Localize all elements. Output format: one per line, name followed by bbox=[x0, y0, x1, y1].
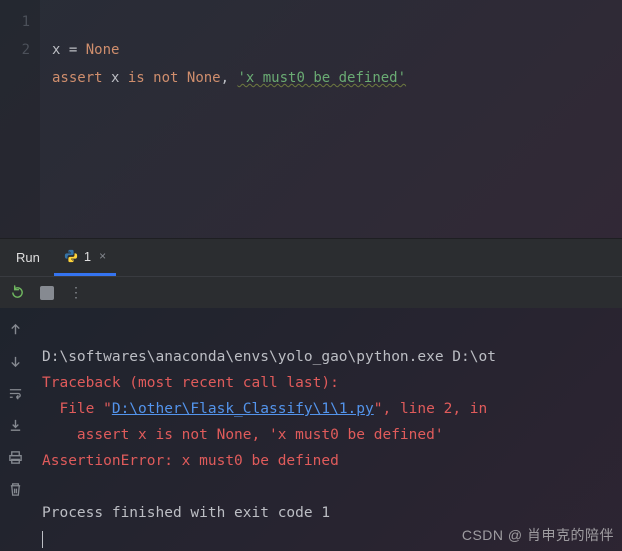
console-line: D:\softwares\anaconda\envs\yolo_gao\pyth… bbox=[42, 349, 496, 365]
python-icon bbox=[64, 249, 78, 263]
run-toolbar: ⋮ bbox=[0, 276, 622, 308]
code-line-1: x = None bbox=[52, 42, 119, 58]
tab-label: 1 bbox=[84, 249, 91, 264]
line-number: 1 bbox=[0, 8, 30, 36]
code-editor[interactable]: 1 2 x = None assert x is not None, 'x mu… bbox=[0, 0, 622, 238]
file-link[interactable]: D:\other\Flask_Classify\1\1.py bbox=[112, 401, 374, 417]
console-line: File "D:\other\Flask_Classify\1\1.py", l… bbox=[42, 401, 496, 417]
watermark: CSDN @ 肖申克的陪伴 bbox=[462, 525, 614, 545]
delete-button[interactable] bbox=[4, 478, 26, 500]
stop-icon bbox=[40, 286, 54, 300]
line-gutter: 1 2 bbox=[0, 0, 40, 238]
soft-wrap-button[interactable] bbox=[4, 382, 26, 404]
print-button[interactable] bbox=[4, 446, 26, 468]
run-tool-header: Run 1 × bbox=[0, 238, 622, 276]
line-number: 2 bbox=[0, 36, 30, 64]
down-button[interactable] bbox=[4, 350, 26, 372]
console-line: Process finished with exit code 1 bbox=[42, 505, 330, 521]
code-line-2: assert x is not None, 'x must0 be define… bbox=[52, 70, 406, 86]
run-label: Run bbox=[8, 250, 48, 265]
run-tab[interactable]: 1 × bbox=[54, 239, 116, 276]
stop-button[interactable] bbox=[36, 282, 58, 304]
console-line: assert x is not None, 'x must0 be define… bbox=[42, 427, 444, 443]
caret bbox=[42, 531, 43, 548]
up-button[interactable] bbox=[4, 318, 26, 340]
more-icon: ⋮ bbox=[69, 285, 85, 301]
code-area[interactable]: x = None assert x is not None, 'x must0 … bbox=[40, 0, 622, 238]
scroll-to-end-button[interactable] bbox=[4, 414, 26, 436]
console-line: AssertionError: x must0 be defined bbox=[42, 453, 339, 469]
console-line: Traceback (most recent call last): bbox=[42, 375, 339, 391]
close-icon[interactable]: × bbox=[99, 249, 106, 263]
rerun-button[interactable] bbox=[6, 282, 28, 304]
console-panel: D:\softwares\anaconda\envs\yolo_gao\pyth… bbox=[0, 308, 622, 551]
console-output[interactable]: D:\softwares\anaconda\envs\yolo_gao\pyth… bbox=[30, 308, 622, 551]
more-button[interactable]: ⋮ bbox=[66, 282, 88, 304]
console-side-toolbar bbox=[0, 308, 30, 551]
